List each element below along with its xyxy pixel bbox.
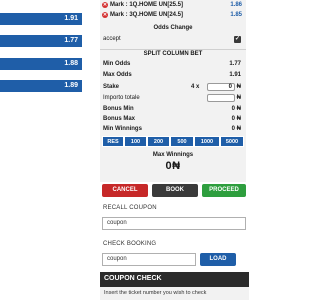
stake-multiplier: 4 x [191,84,200,90]
stake-row: Stake 4 x 0 ₦ [103,83,243,92]
max-winnings-label: Max Winnings [152,152,194,158]
remove-selection-icon[interactable]: ✕ [102,12,108,18]
coupon-check-hint: Insert the ticket number you wish to che… [100,287,249,300]
accept-label: accept [103,36,121,42]
stake-input[interactable]: 0 [207,83,235,91]
min-winnings-label: Min Winnings [103,126,142,132]
odds-cell[interactable]: 1.77 [0,35,82,47]
betslip-body: ✕ Mark : 1Q.HOME UN[25.5] 1.86 ✕ Mark : 3Q… [100,0,246,182]
odds-cell[interactable]: 1.91 [0,13,82,25]
reset-stake-button[interactable]: RES [102,136,124,147]
selection-row: ✕ Mark : 3Q.HOME UN[24.5] 1.85 [102,11,244,20]
selection-label: Mark : 3Q.HOME UN[24.5] [110,12,184,18]
min-odds-value: 1.77 [229,61,241,67]
cancel-button[interactable]: CANCEL [102,184,148,197]
betslip-panel: ✕ Mark : 1Q.HOME UN[25.5] 1.86 ✕ Mark : 3Q… [100,0,249,300]
max-odds-row: Max Odds 1.91 [103,71,243,80]
quick-stake-button[interactable]: 100 [124,136,147,147]
check-booking-input[interactable]: coupon [102,253,196,266]
stake-currency: ₦ [236,84,241,90]
proceed-button[interactable]: PROCEED [202,184,246,197]
stake-label: Stake [103,84,120,90]
max-odds-label: Max Odds [103,72,132,78]
selection-row: ✕ Mark : 1Q.HOME UN[25.5] 1.86 [102,1,244,10]
check-booking-title: CHECK BOOKING [103,241,157,247]
min-odds-row: Min Odds 1.77 [103,60,243,69]
importo-currency: ₦ [236,95,241,101]
bonus-min-row: Bonus Min 0 ₦ [103,105,243,114]
importo-input[interactable] [207,94,235,102]
odds-cell[interactable]: 1.89 [0,80,82,92]
recall-coupon-title: RECALL COUPON [103,205,157,211]
odds-cell[interactable]: 1.88 [0,58,82,70]
bonus-max-row: Bonus Max 0 ₦ [103,115,243,124]
bonus-max-label: Bonus Max [103,116,136,122]
remove-selection-icon[interactable]: ✕ [102,2,108,8]
stake-input-value: 0 [228,84,232,90]
min-winnings-row: Min Winnings 0 ₦ [103,125,243,134]
coupon-check-section: COUPON CHECK Insert the ticket number yo… [100,272,249,300]
importo-label: Importo totale [103,95,140,101]
selection-label: Mark : 1Q.HOME UN[25.5] [110,2,184,8]
book-button[interactable]: BOOK [152,184,198,197]
max-odds-value: 1.91 [229,72,241,78]
quick-stake-button[interactable]: 5000 [220,136,244,147]
bonus-max-value: 0 ₦ [231,116,241,122]
selection-odd: 1.86 [230,2,242,8]
odds-change-title: Odds Change [153,25,193,31]
max-winnings-value: 0₦ [165,160,181,172]
bonus-min-label: Bonus Min [103,106,134,112]
importo-row: Importo totale ₦ [103,94,243,103]
quick-stake-button[interactable]: 1000 [194,136,220,147]
load-button[interactable]: LOAD [200,253,236,266]
coupon-check-title: COUPON CHECK [104,275,162,282]
split-column-title: SPLIT COLUMN BET [100,49,246,57]
quick-stake-button[interactable]: 200 [147,136,170,147]
bonus-min-value: 0 ₦ [231,106,241,112]
min-odds-label: Min Odds [103,61,131,67]
selection-odd: 1.85 [230,12,242,18]
min-winnings-value: 0 ₦ [231,126,241,132]
left-odds-column: 1.91 1.77 1.88 1.89 [0,0,97,300]
accept-row: accept ✓ [103,35,243,44]
recall-coupon-input[interactable]: coupon [102,217,246,230]
accept-checkbox[interactable]: ✓ [234,36,241,43]
quick-stake-button[interactable]: 500 [170,136,194,147]
